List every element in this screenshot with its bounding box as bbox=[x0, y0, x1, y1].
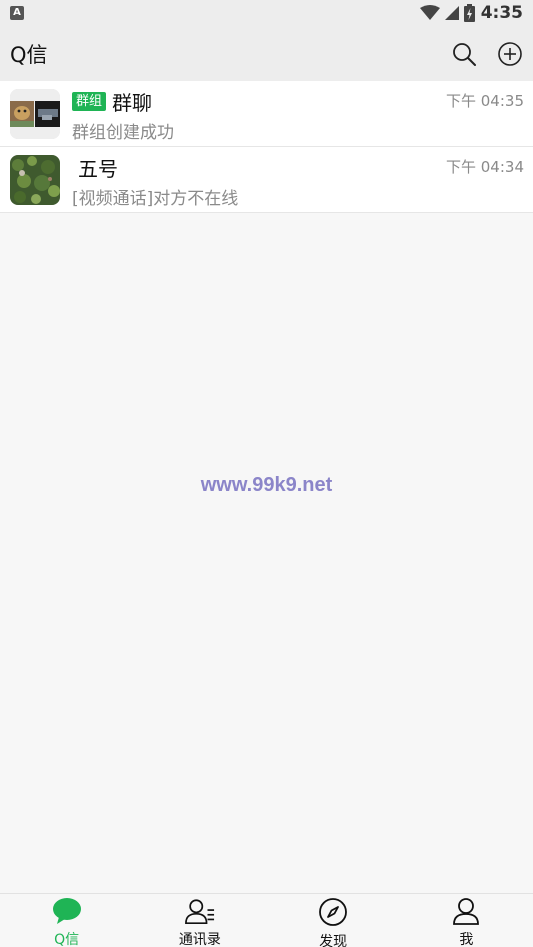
search-button[interactable] bbox=[451, 41, 477, 67]
chat-name: 群聊 bbox=[112, 91, 153, 115]
chat-item-group[interactable]: 群组 群聊 群组创建成功 下午 04:35 bbox=[0, 81, 533, 147]
nav-label: Q信 bbox=[54, 932, 80, 947]
chat-list: 群组 群聊 群组创建成功 下午 04:35 五号 [视频通话]对方不在线 下午 … bbox=[0, 81, 533, 213]
compass-icon bbox=[318, 897, 348, 927]
nav-label: 发现 bbox=[319, 934, 348, 947]
group-avatar bbox=[10, 88, 60, 139]
search-icon bbox=[453, 42, 476, 66]
nav-label: 我 bbox=[459, 932, 474, 947]
plus-circle-icon bbox=[498, 41, 522, 66]
nav-item-me[interactable]: 我 bbox=[400, 894, 533, 947]
contact-avatar bbox=[10, 154, 60, 205]
nav-item-contacts[interactable]: 通讯录 bbox=[133, 894, 266, 947]
page-title: Q信 bbox=[10, 42, 48, 67]
contact-avatar-image bbox=[10, 154, 60, 205]
chat-time: 下午 04:35 bbox=[446, 92, 524, 110]
nav-label: 通讯录 bbox=[178, 932, 221, 947]
header-actions bbox=[451, 41, 523, 67]
chat-time: 下午 04:34 bbox=[446, 158, 524, 176]
app-header: Q信 bbox=[0, 26, 533, 81]
notification-a-icon: A bbox=[10, 6, 24, 20]
bottom-nav: Q信 通讯录 发现 我 bbox=[0, 893, 533, 947]
chat-item-contact[interactable]: 五号 [视频通话]对方不在线 下午 04:34 bbox=[0, 147, 533, 213]
cellular-signal-icon bbox=[444, 6, 459, 20]
chat-preview: 群组创建成功 bbox=[72, 122, 174, 143]
chat-preview: [视频通话]对方不在线 bbox=[72, 188, 239, 209]
contacts-icon bbox=[184, 897, 215, 925]
group-tag-badge: 群组 bbox=[72, 92, 107, 111]
status-time: 4:35 bbox=[480, 3, 523, 23]
chat-bubble-icon bbox=[52, 897, 82, 925]
nav-item-discover[interactable]: 发现 bbox=[267, 894, 400, 947]
person-icon bbox=[451, 897, 481, 925]
status-bar: A 4:35 bbox=[0, 0, 533, 26]
watermark-text: www.99k9.net bbox=[200, 474, 333, 496]
wifi-icon bbox=[419, 5, 440, 20]
add-button[interactable] bbox=[497, 41, 523, 67]
chat-name: 五号 bbox=[78, 157, 118, 181]
status-left: A bbox=[10, 6, 24, 20]
battery-charging-icon bbox=[463, 4, 475, 22]
status-right: 4:35 bbox=[419, 3, 523, 23]
group-avatar-image bbox=[10, 88, 60, 139]
nav-item-qxin[interactable]: Q信 bbox=[0, 894, 133, 947]
